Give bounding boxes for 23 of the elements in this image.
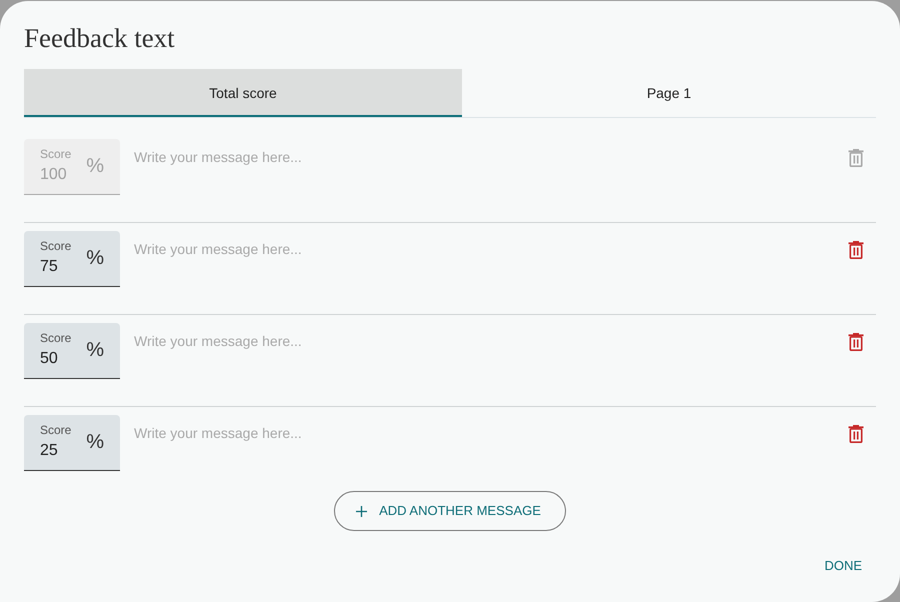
done-button[interactable]: DONE: [810, 548, 876, 584]
field-label: Score: [40, 423, 72, 437]
trash-icon[interactable]: [848, 241, 864, 259]
percent-suffix: %: [86, 430, 104, 454]
field-label: Score: [40, 331, 72, 345]
plus-icon: [356, 506, 368, 516]
dialog-title: Feedback text: [24, 22, 175, 54]
percent-suffix: %: [86, 338, 104, 362]
percent-suffix: %: [86, 154, 104, 178]
add-message-button[interactable]: ADD ANOTHER MESSAGE: [334, 491, 566, 531]
score-input[interactable]: 50: [40, 349, 70, 369]
score-input[interactable]: 75: [40, 257, 70, 277]
trash-icon[interactable]: [848, 333, 864, 351]
percent-suffix: %: [86, 246, 104, 270]
message-field[interactable]: Write your message here...: [134, 231, 832, 287]
trash-icon[interactable]: [848, 425, 864, 443]
message-field[interactable]: Write your message here...: [134, 323, 832, 379]
score-input[interactable]: 25: [40, 441, 70, 461]
tab[interactable]: Total score: [24, 69, 462, 117]
field-label: Score: [40, 147, 72, 161]
message-field[interactable]: Write your message here...: [134, 415, 832, 471]
field-label: Score: [40, 239, 72, 253]
tab[interactable]: Page 1: [462, 69, 876, 117]
